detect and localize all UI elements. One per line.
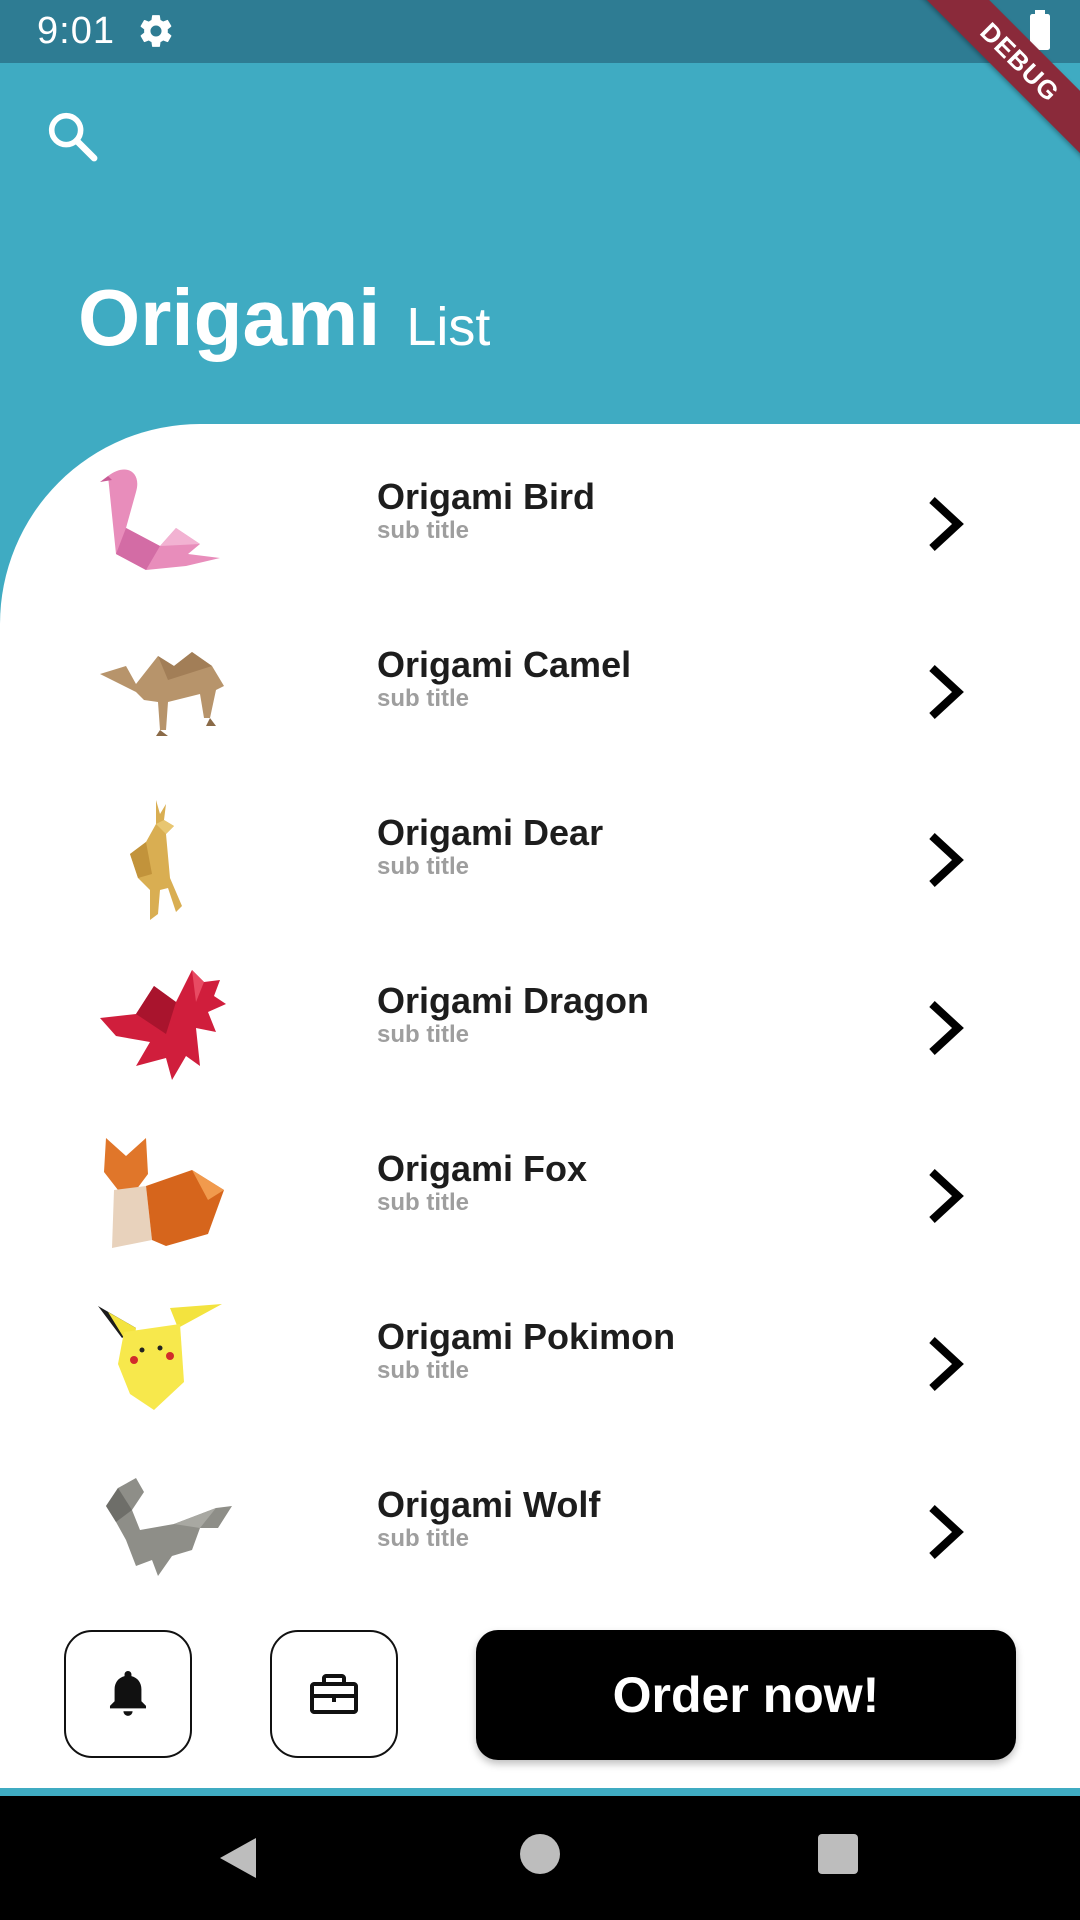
list-item-dragon[interactable]: Origami Dragon sub title	[0, 948, 1080, 1116]
page-title: Origami List	[78, 272, 490, 364]
list-item-fox[interactable]: Origami Fox sub title	[0, 1116, 1080, 1284]
recents-icon[interactable]	[818, 1834, 858, 1874]
item-text: Origami Dragon sub title	[377, 980, 649, 1048]
search-icon[interactable]	[44, 108, 100, 164]
origami-list: Origami Bird sub title Origami Camel sub…	[0, 424, 1080, 1788]
list-item-bird[interactable]: Origami Bird sub title	[0, 444, 1080, 612]
title-main: Origami	[78, 273, 381, 362]
bird-icon	[100, 469, 220, 570]
item-subtitle: sub title	[377, 1357, 470, 1384]
chevron-right-icon[interactable]	[922, 494, 972, 554]
status-time: 9:01	[37, 10, 115, 52]
item-title: Origami Camel	[377, 644, 632, 685]
item-subtitle: sub title	[377, 1525, 470, 1552]
bottom-action-bar: Order now!	[0, 1600, 1080, 1788]
item-title: Origami Pokimon	[377, 1316, 676, 1357]
camel-icon	[100, 652, 224, 736]
settings-icon	[140, 15, 172, 47]
list-item-pokemon[interactable]: Origami Pokimon sub title	[0, 1284, 1080, 1452]
title-sub: List	[406, 297, 491, 357]
status-icons	[964, 10, 1052, 50]
item-title: Origami Dear	[377, 812, 604, 853]
item-text: Origami Pokimon sub title	[377, 1316, 675, 1384]
item-subtitle: sub title	[377, 1189, 470, 1216]
chevron-right-icon[interactable]	[922, 998, 972, 1058]
system-nav-bar	[0, 1796, 1080, 1920]
item-text: Origami Bird sub title	[377, 476, 595, 544]
dragon-icon	[100, 970, 226, 1080]
item-subtitle: sub title	[377, 685, 470, 712]
notifications-button[interactable]	[64, 1630, 192, 1758]
briefcase-icon	[310, 1674, 358, 1714]
item-subtitle: sub title	[377, 1021, 470, 1048]
wolf-icon	[106, 1478, 232, 1576]
fox-icon	[104, 1138, 224, 1248]
item-subtitle: sub title	[377, 853, 470, 880]
item-subtitle: sub title	[377, 517, 470, 544]
chevron-right-icon[interactable]	[922, 1502, 972, 1562]
battery-icon	[1030, 10, 1050, 50]
deer-icon	[130, 800, 182, 920]
item-text: Origami Dear sub title	[377, 812, 603, 880]
item-title: Origami Dragon	[377, 980, 650, 1021]
home-icon[interactable]	[520, 1834, 560, 1874]
chevron-right-icon[interactable]	[922, 662, 972, 722]
item-text: Origami Fox sub title	[377, 1148, 587, 1216]
bell-icon	[109, 1671, 147, 1716]
portfolio-button[interactable]	[270, 1630, 398, 1758]
item-text: Origami Camel sub title	[377, 644, 631, 712]
chevron-right-icon[interactable]	[922, 1334, 972, 1394]
item-title: Origami Fox	[377, 1148, 588, 1189]
accent-line	[0, 1788, 1080, 1796]
list-item-deer[interactable]: Origami Dear sub title	[0, 780, 1080, 948]
list-item-wolf[interactable]: Origami Wolf sub title	[0, 1452, 1080, 1620]
status-bar: 9:01	[0, 0, 1080, 63]
item-title: Origami Bird	[377, 476, 596, 517]
order-now-button[interactable]: Order now!	[476, 1630, 1016, 1760]
item-text: Origami Wolf sub title	[377, 1484, 600, 1552]
list-item-camel[interactable]: Origami Camel sub title	[0, 612, 1080, 780]
item-title: Origami Wolf	[377, 1484, 601, 1525]
pokemon-icon	[98, 1304, 222, 1410]
chevron-right-icon[interactable]	[922, 830, 972, 890]
wifi-icon	[965, 14, 1007, 48]
back-icon[interactable]	[218, 1836, 258, 1880]
chevron-right-icon[interactable]	[922, 1166, 972, 1226]
